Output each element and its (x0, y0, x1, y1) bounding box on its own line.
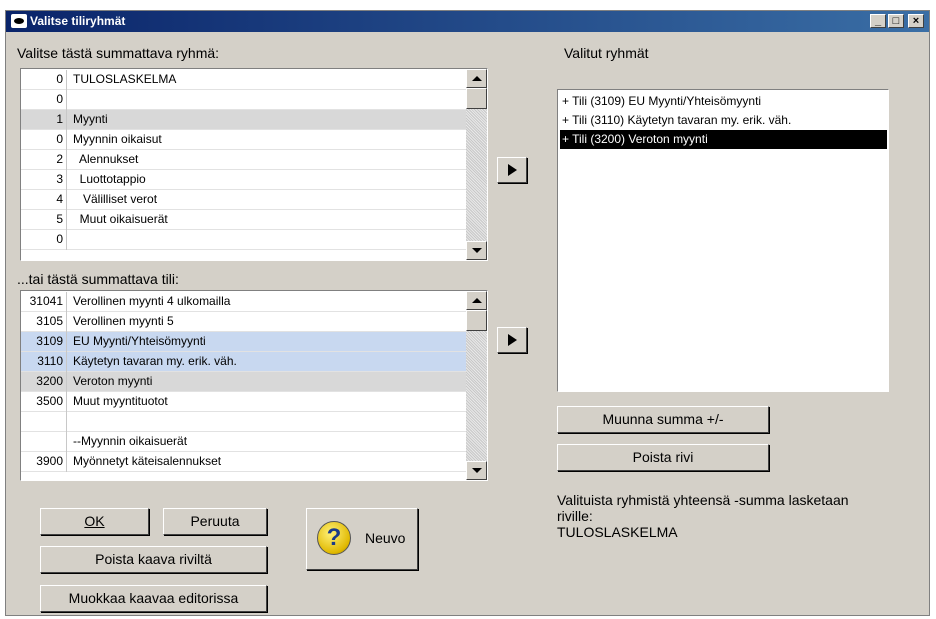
invert-sum-button[interactable]: Muunna summa +/- (557, 406, 769, 433)
list-item[interactable]: + Tili (3110) Käytetyn tavaran my. erik.… (560, 111, 791, 130)
table-row[interactable]: 0 (21, 90, 466, 110)
table-row[interactable]: 31041 Verollinen myynti 4 ulkomailla (21, 292, 466, 312)
table-row[interactable]: 3110 Käytetyn tavaran my. erik. väh. (21, 352, 466, 372)
app-eye-icon (11, 14, 27, 28)
add-group-arrow-button[interactable] (497, 157, 527, 183)
group-list-label: Valitse tästä summattava ryhmä: (17, 45, 220, 61)
table-row[interactable]: 0 TULOSLASKELMA (21, 70, 466, 90)
row-text: Käytetyn tavaran my. erik. väh. (73, 354, 237, 368)
remove-formula-button[interactable]: Poista kaava riviltä (40, 546, 267, 573)
list-item[interactable]: + Tili (3109) EU Myynti/Yhteisömyynti (560, 92, 761, 111)
cancel-label: Peruuta (190, 513, 240, 529)
row-number (21, 432, 67, 452)
help-button[interactable]: ? Neuvo (306, 508, 418, 570)
row-number: 3 (21, 170, 67, 190)
minimize-button[interactable]: _ (870, 14, 886, 28)
edit-formula-button[interactable]: Muokkaa kaavaa editorissa (40, 585, 267, 612)
ok-label: OK (84, 513, 105, 529)
table-row[interactable]: 0 (21, 230, 466, 250)
table-row[interactable]: 5 Muut oikaisuerät (21, 210, 466, 230)
row-text: Luottotappio (73, 172, 146, 186)
title-bar[interactable]: Valitse tiliryhmät _ □ × (6, 11, 929, 32)
row-text: Verollinen myynti 5 (73, 314, 174, 328)
group-list[interactable]: 0 TULOSLASKELMA 0 1 Myynti 0 Myynnin oikaisut 2… (20, 68, 488, 261)
scroll-thumb[interactable] (466, 310, 487, 331)
scroll-up-icon[interactable] (466, 291, 487, 310)
table-row[interactable]: 3105 Verollinen myynti 5 (21, 312, 466, 332)
scroll-down-icon[interactable] (466, 461, 487, 480)
row-number (21, 412, 67, 432)
row-text: Muut myyntituotot (73, 394, 168, 408)
table-row[interactable]: 3500 Muut myyntituotot (21, 392, 466, 412)
table-row[interactable]: 0 Myynnin oikaisut (21, 130, 466, 150)
scroll-down-icon[interactable] (466, 241, 487, 260)
row-text: Veroton myynti (73, 374, 153, 388)
maximize-button[interactable]: □ (888, 14, 904, 28)
list-item-selected[interactable]: + Tili (3200) Veroton myynti (560, 130, 887, 149)
sum-info-text: Valituista ryhmistä yhteensä -summa lask… (557, 492, 849, 524)
row-number: 0 (21, 230, 67, 250)
row-text: Välilliset verot (73, 192, 158, 206)
row-text: TULOSLASKELMA (73, 72, 177, 86)
row-text: Verollinen myynti 4 ulkomailla (73, 294, 231, 308)
row-text: --Myynnin oikaisuerät (73, 434, 188, 448)
account-list-scrollbar[interactable] (466, 291, 487, 480)
row-number: 3900 (21, 452, 67, 472)
row-text: Alennukset (73, 152, 139, 166)
account-list-label: ...tai tästä summattava tili: (17, 271, 179, 287)
row-number: 4 (21, 190, 67, 210)
ok-button[interactable]: OK (40, 508, 149, 535)
add-account-arrow-button[interactable] (497, 327, 527, 353)
cancel-button[interactable]: Peruuta (163, 508, 267, 535)
delete-row-button[interactable]: Poista rivi (557, 444, 769, 471)
table-row[interactable]: 3109 EU Myynti/Yhteisömyynti (21, 332, 466, 352)
target-row-name: TULOSLASKELMA (557, 524, 678, 540)
scroll-up-icon[interactable] (466, 69, 487, 88)
selected-groups-label: Valitut ryhmät (564, 45, 649, 61)
row-number: 3109 (21, 332, 67, 352)
row-number: 3110 (21, 352, 67, 372)
table-row[interactable]: 4 Välilliset verot (21, 190, 466, 210)
table-row[interactable] (21, 412, 466, 432)
table-row[interactable]: 2 Alennukset (21, 150, 466, 170)
close-button[interactable]: × (908, 14, 924, 28)
row-text: Myynti (73, 112, 108, 126)
table-row[interactable]: 3200 Veroton myynti (21, 372, 466, 392)
row-number: 3500 (21, 392, 67, 412)
row-number: 2 (21, 150, 67, 170)
row-number: 0 (21, 70, 67, 90)
scroll-thumb[interactable] (466, 88, 487, 109)
selected-list[interactable]: + Tili (3109) EU Myynti/Yhteisömyynti + … (557, 89, 889, 392)
help-question-icon: ? (317, 521, 351, 555)
row-text: Myönnetyt käteisalennukset (73, 454, 222, 468)
row-number: 0 (21, 90, 67, 110)
table-row[interactable]: 3900 Myönnetyt käteisalennukset (21, 452, 466, 472)
row-text: Myynnin oikaisut (73, 132, 162, 146)
table-row[interactable]: 3 Luottotappio (21, 170, 466, 190)
help-label: Neuvo (365, 530, 406, 546)
row-text: EU Myynti/Yhteisömyynti (73, 334, 206, 348)
row-number: 0 (21, 130, 67, 150)
window-title: Valitse tiliryhmät (30, 14, 126, 28)
row-number: 5 (21, 210, 67, 230)
table-row[interactable]: --Myynnin oikaisuerät (21, 432, 466, 452)
row-text: Muut oikaisuerät (73, 212, 168, 226)
row-number: 31041 (21, 292, 67, 312)
account-list[interactable]: 31041 Verollinen myynti 4 ulkomailla 3105 V… (20, 290, 488, 481)
row-number: 1 (21, 110, 67, 130)
row-number: 3200 (21, 372, 67, 392)
table-row[interactable]: 1 Myynti (21, 110, 466, 130)
group-list-scrollbar[interactable] (466, 69, 487, 260)
row-number: 3105 (21, 312, 67, 332)
